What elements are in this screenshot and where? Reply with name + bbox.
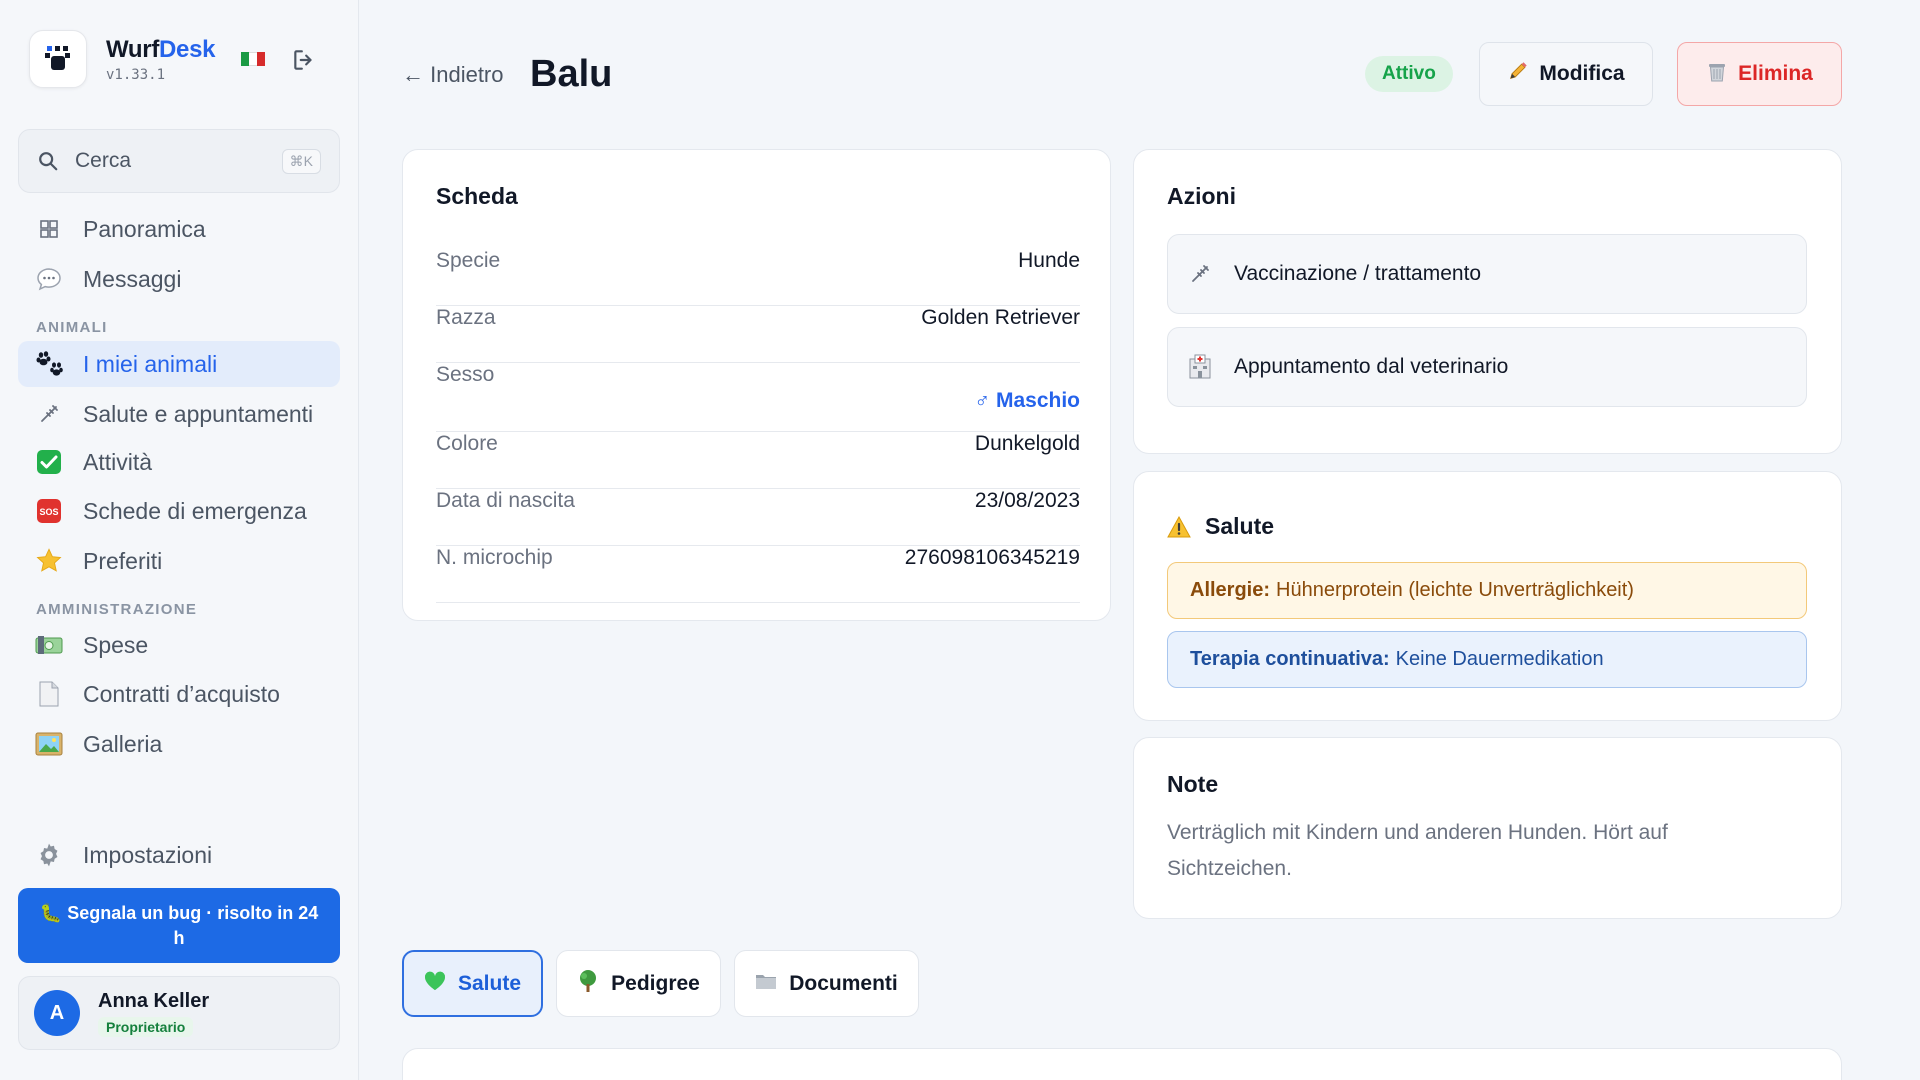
profile-row-sex: Sesso ♂ Maschio	[436, 363, 1080, 432]
italian-flag-icon[interactable]	[241, 52, 265, 66]
delete-button[interactable]: Elimina	[1677, 42, 1842, 106]
check-mark-icon	[34, 447, 64, 477]
app-name: WurfDesk	[106, 35, 216, 63]
sidebar-item-purchase-contracts[interactable]: Contratti d’acquisto	[18, 671, 340, 717]
sidebar-item-favorites[interactable]: Preferiti	[18, 538, 340, 584]
profile-card: Scheda Specie Hunde Razza Golden Retriever…	[402, 149, 1111, 621]
report-bug-button[interactable]: 🐛 Segnala un bug · risolto in 24 h	[18, 888, 340, 963]
trash-icon	[1706, 59, 1728, 89]
grid-icon	[34, 214, 64, 244]
document-icon	[34, 679, 64, 709]
actions-card: Azioni Vaccinazione / trattamento Appunt…	[1133, 149, 1842, 454]
notes-text: Verträglich mit Kindern und anderen Hund…	[1167, 821, 1668, 880]
search-shortcut: ⌘K	[281, 148, 321, 174]
sidebar-item-emergency-cards[interactable]: SOS Schede di emergenza	[18, 488, 340, 534]
allergy-alert: Allergie: Hühnerprotein (leichte Unverträ…	[1167, 562, 1807, 619]
syringe-icon	[34, 399, 64, 429]
pencil-icon	[1507, 60, 1529, 88]
avatar: A	[34, 990, 80, 1036]
tab-health[interactable]: Salute	[402, 950, 543, 1017]
profile-row-birth-date: Data di nascita 23/08/2023	[436, 489, 1080, 546]
profile-row-species: Specie Hunde	[436, 249, 1080, 306]
therapy-alert: Terapia continuativa: Keine Dauermedikati…	[1167, 631, 1807, 688]
sidebar-item-expenses[interactable]: Spese	[18, 622, 340, 668]
actions-card-title: Azioni	[1167, 183, 1236, 209]
back-link[interactable]: ← Indietro	[402, 62, 504, 88]
health-card: Salute Allergie: Hühnerprotein (leichte U…	[1133, 471, 1842, 721]
sos-icon: SOS	[34, 496, 64, 526]
tree-icon	[577, 969, 599, 999]
vet-appointment-button[interactable]: Appuntamento dal veterinario	[1167, 327, 1807, 407]
edit-button[interactable]: Modifica	[1479, 42, 1653, 106]
sidebar-item-settings[interactable]: Impostazioni	[18, 832, 340, 878]
user-profile-card[interactable]: A Anna Keller Proprietario	[18, 976, 340, 1050]
user-role-badge: Proprietario	[98, 1016, 194, 1037]
search-icon	[39, 152, 58, 171]
logout-icon[interactable]	[289, 45, 319, 75]
syringe-icon	[1186, 260, 1214, 288]
warning-icon	[1167, 515, 1191, 538]
tab-content-panel	[402, 1048, 1842, 1080]
money-icon	[34, 630, 64, 660]
section-label-animals: ANIMALI	[36, 319, 108, 336]
gear-icon	[34, 840, 64, 870]
search-label: Cerca	[75, 149, 132, 172]
search-input[interactable]: Cerca ⌘K	[18, 129, 340, 193]
tab-documents[interactable]: Documenti	[734, 950, 919, 1017]
folder-icon	[755, 972, 777, 996]
sidebar-item-messages[interactable]: Messaggi	[18, 256, 340, 302]
profile-row-breed: Razza Golden Retriever	[436, 306, 1080, 363]
profile-card-title: Scheda	[436, 183, 518, 209]
green-heart-icon	[424, 971, 446, 997]
brand[interactable]: WurfDesk v1.33.1	[29, 30, 216, 88]
notes-card: Note Verträglich mit Kindern und anderen…	[1133, 737, 1842, 919]
sidebar-item-health[interactable]: Salute e appuntamenti	[18, 391, 340, 437]
page-title: Balu	[530, 53, 613, 95]
svg-text:SOS: SOS	[39, 507, 58, 517]
notes-card-title: Note	[1167, 771, 1219, 797]
picture-icon	[34, 729, 64, 759]
app-version: v1.33.1	[106, 66, 166, 83]
app-logo-icon	[29, 30, 87, 88]
sidebar-item-activities[interactable]: Attività	[18, 439, 340, 485]
status-badge: Attivo	[1365, 56, 1453, 92]
user-name: Anna Keller	[98, 989, 210, 1012]
tab-pedigree[interactable]: Pedigree	[556, 950, 721, 1017]
sidebar-item-overview[interactable]: Panoramica	[18, 206, 340, 252]
sidebar-item-my-animals[interactable]: I miei animali	[18, 341, 340, 387]
speech-bubble-icon	[34, 264, 64, 294]
paw-prints-icon	[34, 349, 64, 379]
sidebar-item-gallery[interactable]: Galleria	[18, 721, 340, 767]
vaccination-treatment-button[interactable]: Vaccinazione / trattamento	[1167, 234, 1807, 314]
sidebar: WurfDesk v1.33.1 Cerca ⌘K Panoramica Mes…	[0, 0, 359, 1080]
section-label-admin: AMMINISTRAZIONE	[36, 601, 198, 618]
profile-row-microchip: N. microchip 276098106345219	[436, 546, 1080, 603]
profile-row-color: Colore Dunkelgold	[436, 432, 1080, 489]
star-icon	[34, 546, 64, 576]
hospital-icon	[1186, 353, 1214, 381]
health-card-title: Salute	[1167, 513, 1274, 540]
